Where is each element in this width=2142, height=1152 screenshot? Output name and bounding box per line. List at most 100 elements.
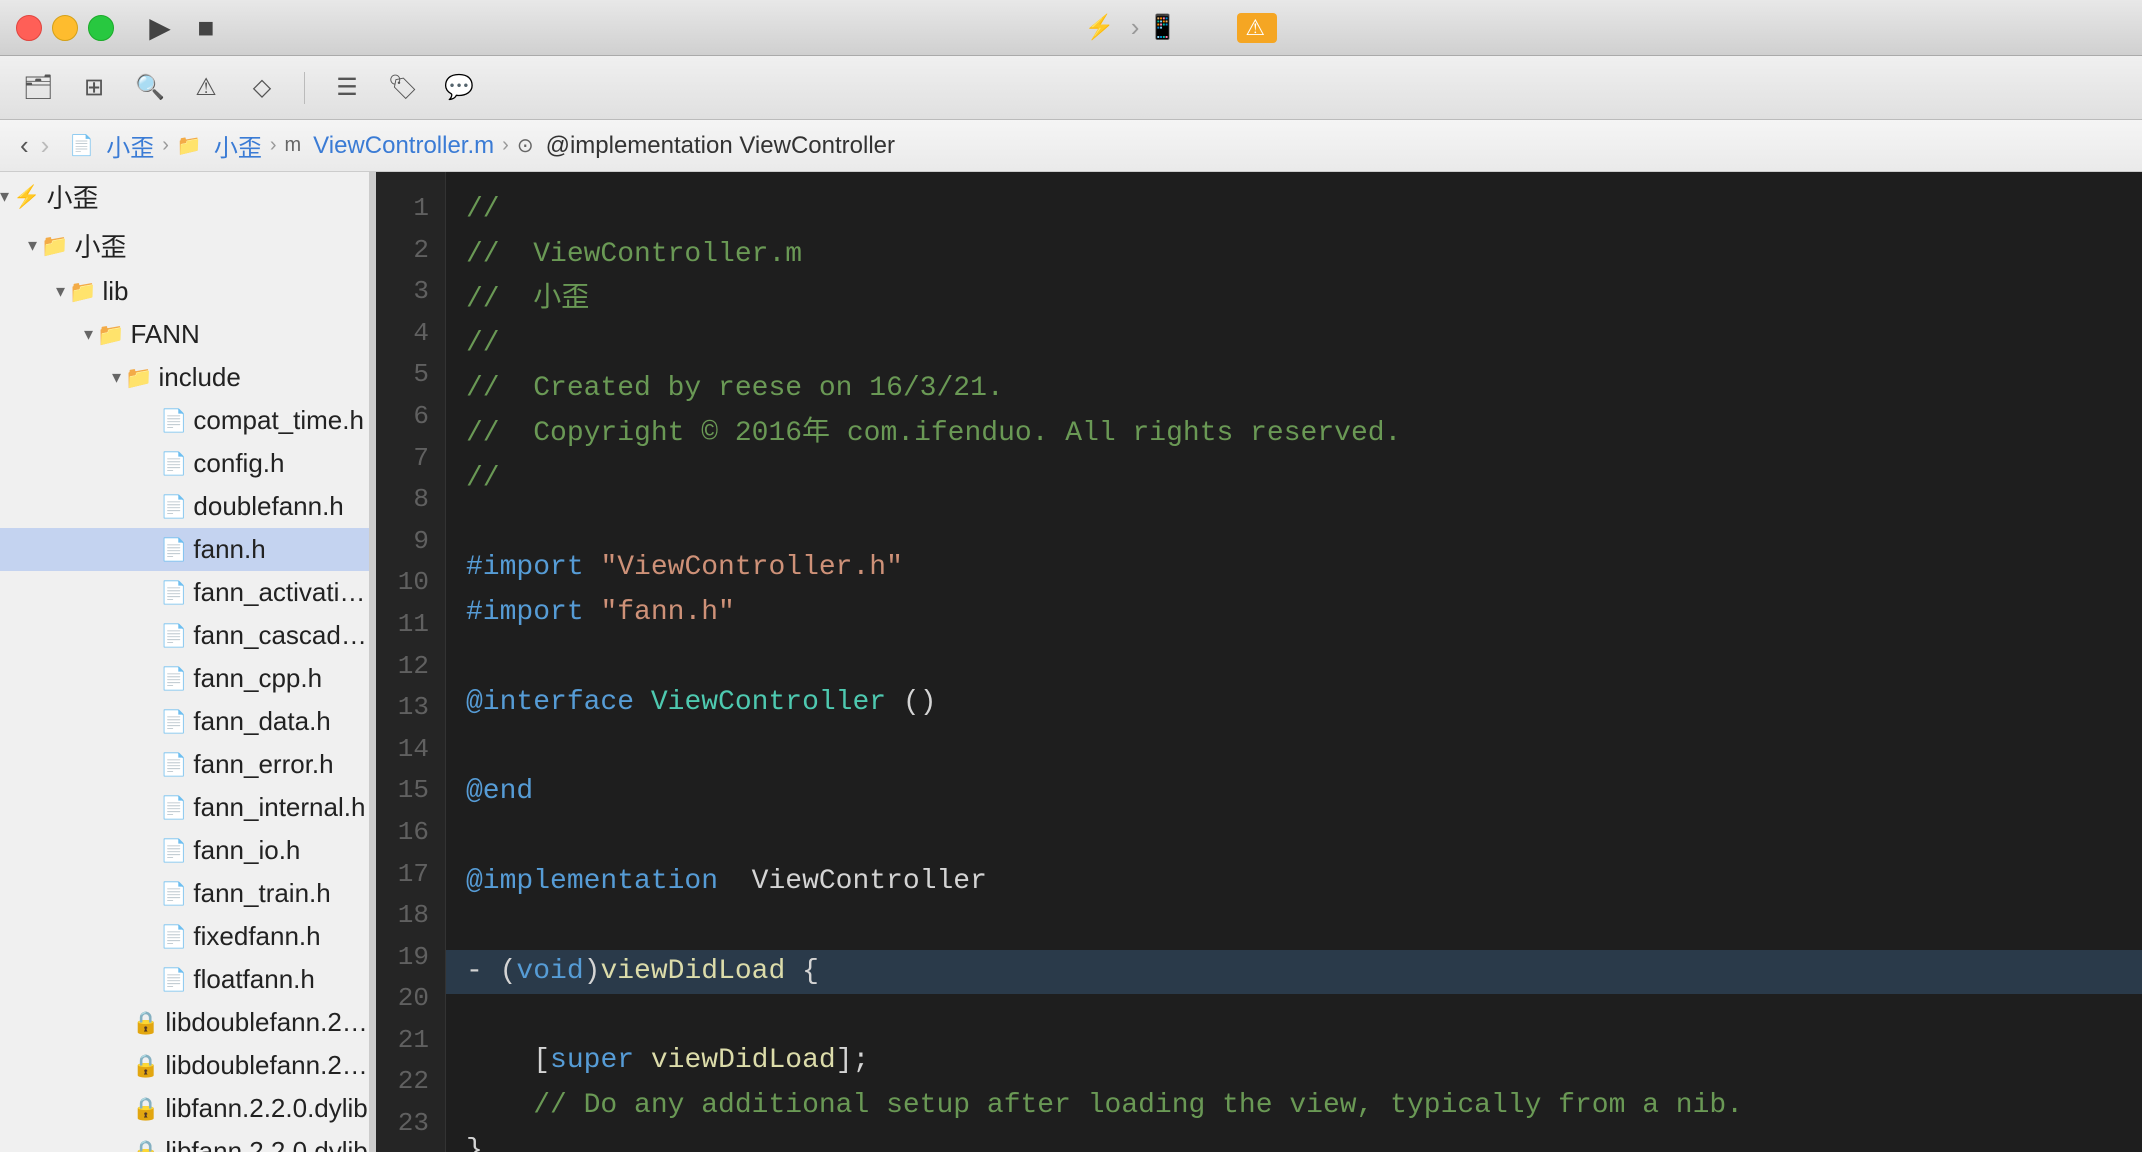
maximize-button[interactable] (88, 15, 114, 41)
expand-triangle[interactable]: ▾ (0, 186, 9, 207)
sidebar-item-fann_h[interactable]: 📄fann.h (0, 528, 369, 571)
sidebar-item-label: libdoublefann.2.2.0.dylib (165, 1050, 369, 1081)
diamond-icon[interactable]: ◇ (244, 70, 280, 106)
sidebar-item-config_h[interactable]: 📄config.h (0, 442, 369, 485)
folder-icon: 📁 (69, 279, 96, 305)
minimize-button[interactable] (52, 15, 78, 41)
sidebar-item-小歪[interactable]: ▾📁小歪 (0, 221, 369, 270)
line-number: 9 (396, 521, 429, 563)
expand-triangle[interactable]: ▾ (56, 281, 65, 302)
sidebar-item-label: fann_error.h (193, 749, 333, 780)
expand-triangle[interactable]: ▾ (84, 324, 93, 345)
line-number: 2 (396, 230, 429, 272)
file-icon: 📄 (160, 494, 187, 520)
line-number: 3 (396, 271, 429, 313)
line-number: 18 (396, 895, 429, 937)
file-icon: 📄 (160, 752, 187, 778)
sidebar-item-label: fann_activation.h (193, 577, 369, 608)
line-number: 13 (396, 687, 429, 729)
sidebar-item-libfann_2_2_0_dylib[interactable]: 🔒libfann.2.2.0.dylib (0, 1087, 369, 1130)
code-editor[interactable]: 1234567891011121314151617181920212223242… (376, 172, 2142, 1152)
expand-triangle[interactable]: ▾ (112, 367, 121, 388)
line-number: 14 (396, 729, 429, 771)
file-icon: 📄 (160, 666, 187, 692)
line-number: 16 (396, 812, 429, 854)
sidebar-item-fann_train_h[interactable]: 📄fann_train.h (0, 872, 369, 915)
sidebar-item-libfann_2_2_0_dylib[interactable]: 🔒 libfann.2.2.0.dylib (0, 1130, 369, 1152)
line-number: 15 (396, 770, 429, 812)
line-numbers: 1234567891011121314151617181920212223242… (376, 172, 446, 1152)
sidebar-item-label: fixedfann.h (193, 921, 320, 952)
code-content[interactable]: // // ViewController.m // 小歪 // // Creat… (446, 172, 2142, 1152)
sidebar-item-label: fann_train.h (193, 878, 330, 909)
run-button[interactable]: ▶ (142, 10, 178, 46)
sidebar-item-FANN[interactable]: ▾📁FANN (0, 313, 369, 356)
sidebar-item-lib[interactable]: ▾📁lib (0, 270, 369, 313)
chat-icon[interactable]: 💬 (441, 70, 477, 106)
breadcrumb: ‹ › 📄 小歪 › 📁 小歪 › m ViewController.m › ⊙… (0, 120, 2142, 172)
line-number: 6 (396, 396, 429, 438)
breadcrumb-symbol: @implementation ViewController (546, 132, 895, 160)
sidebar-item-fann_data_h[interactable]: 📄fann_data.h (0, 700, 369, 743)
breadcrumb-nav-forward[interactable]: › (41, 130, 50, 161)
sidebar-item-label: floatfann.h (193, 964, 314, 995)
sidebar-item-libdoublefann_2_2_0_dylib[interactable]: 🔒libdoublefann.2.2.0.dylib (0, 1044, 369, 1087)
sidebar-item-label: libfann.2.2.0.dylib (165, 1136, 367, 1152)
search-icon[interactable]: 🔍 (132, 70, 168, 106)
grid-icon[interactable]: ⊞ (76, 70, 112, 106)
sidebar-item-label: fann_cpp.h (193, 663, 322, 694)
file-icon: 📄 (160, 924, 187, 950)
list-icon[interactable]: ☰ (329, 70, 365, 106)
sidebar-item-doublefann_h[interactable]: 📄doublefann.h (0, 485, 369, 528)
sidebar-item-label: fann_io.h (193, 835, 300, 866)
line-number: 17 (396, 854, 429, 896)
sidebar-item-label: include (158, 362, 240, 393)
breadcrumb-group[interactable]: 小歪 (214, 128, 262, 163)
sidebar-item-label: libfann.2.2.0.dylib (165, 1093, 367, 1124)
file-icon: 📄 (160, 580, 187, 606)
bc-icon-folder: 📁 (177, 133, 202, 158)
tag-icon[interactable]: 🏷 (385, 70, 421, 106)
sidebar-item-fann_cascade_h[interactable]: 📄fann_cascade.h (0, 614, 369, 657)
dylib-icon: 🔒 (132, 1139, 159, 1152)
sidebar-item-fann_error_h[interactable]: 📄fann_error.h (0, 743, 369, 786)
folder-blue-icon: 📁 (125, 365, 152, 391)
close-button[interactable] (16, 15, 42, 41)
sidebar-item-label: doublefann.h (193, 491, 343, 522)
sidebar-item-label: 小歪 (74, 227, 126, 264)
file-icon: 📄 (160, 881, 187, 907)
dylib-icon: 🔒 (132, 1053, 159, 1079)
file-icon: 📄 (160, 838, 187, 864)
sidebar-item-floatfann_h[interactable]: 📄floatfann.h (0, 958, 369, 1001)
dylib-icon: 🔒 (132, 1010, 159, 1036)
breadcrumb-nav-back[interactable]: ‹ (20, 130, 29, 161)
breadcrumb-project[interactable]: 小歪 (106, 128, 154, 163)
sidebar-item-label: fann_internal.h (193, 792, 365, 823)
sidebar-item-小歪[interactable]: ▾⚡小歪 (0, 172, 369, 221)
line-number: 24 (396, 1145, 429, 1152)
main-layout: ▾⚡小歪▾📁小歪▾📁lib▾📁FANN▾📁include📄compat_time… (0, 172, 2142, 1152)
stop-button[interactable]: ■ (188, 10, 224, 46)
folder-icon[interactable]: 🗂 (20, 70, 56, 106)
sidebar-item-label: fann_data.h (193, 706, 330, 737)
sidebar-item-fann_cpp_h[interactable]: 📄fann_cpp.h (0, 657, 369, 700)
line-number: 11 (396, 604, 429, 646)
sidebar-item-fann_io_h[interactable]: 📄fann_io.h (0, 829, 369, 872)
expand-triangle[interactable]: ▾ (28, 235, 37, 256)
sidebar-item-compat_time_h[interactable]: 📄compat_time.h (0, 399, 369, 442)
file-icon: 📄 (160, 451, 187, 477)
sidebar-item-label: fann_cascade.h (193, 620, 369, 651)
sidebar-item-label: libdoublefann.2.2.0.dylib (165, 1007, 369, 1038)
sidebar-item-fann_activation_h[interactable]: 📄fann_activation.h (0, 571, 369, 614)
breadcrumb-file[interactable]: ViewController.m (313, 132, 494, 160)
sidebar-item-label: compat_time.h (193, 405, 364, 436)
sidebar-item-fixedfann_h[interactable]: 📄fixedfann.h (0, 915, 369, 958)
line-number: 21 (396, 1020, 429, 1062)
bc-icon-impl: ⊙ (517, 133, 534, 158)
sidebar-item-libdoublefann_2_2_0_dylib[interactable]: 🔒libdoublefann.2.2.0.dylib (0, 1001, 369, 1044)
line-number: 19 (396, 937, 429, 979)
sidebar-item-include[interactable]: ▾📁include (0, 356, 369, 399)
warning-icon[interactable]: ⚠ (188, 70, 224, 106)
sidebar-item-fann_internal_h[interactable]: 📄fann_internal.h (0, 786, 369, 829)
sidebar-item-label: FANN (130, 319, 199, 350)
